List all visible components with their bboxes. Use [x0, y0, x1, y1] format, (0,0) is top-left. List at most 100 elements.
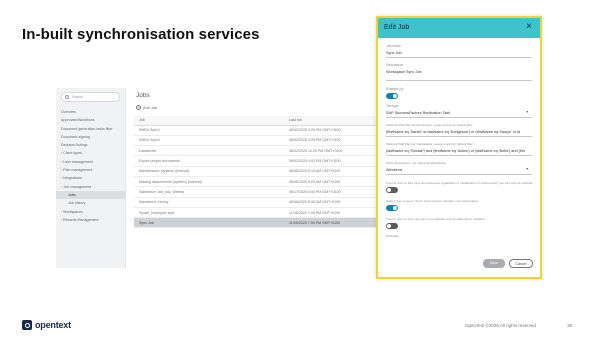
employee-filter-input[interactable]: (firstName eq 'Daniel' or lastName eq 'D… [386, 127, 532, 137]
job-name-cell: Export people documents [134, 155, 284, 167]
chevron-right-icon: › [61, 159, 63, 164]
last-run-cell: 06/02/2025 4:03 PM GMT+0100 [284, 155, 384, 167]
sidebar-item-label: Plan management [63, 168, 93, 173]
slide-title: In-built synchronisation services [22, 26, 260, 43]
candidate-filter-input[interactable]: (lastName eq 'Sinclair') and (firstName … [386, 146, 532, 156]
last-run-cell: 06/02/2025 3:09 PM GMT+0100 [284, 135, 384, 147]
chevron-right-icon: › [61, 184, 63, 189]
table-row[interactable]: EMEA Sync1 06/02/2025 3:05 PM GMT+0100 [134, 125, 384, 136]
candidate-filter-field[interactable]: Optional SAP filter for Candidates. Leav… [386, 142, 532, 156]
option1-toggle[interactable] [386, 187, 398, 193]
dialog-header: Edit Job × [378, 18, 540, 38]
dialog-body: Job name Sync Job Description Workspace … [378, 38, 540, 238]
add-job-button[interactable]: + Add Job [134, 105, 384, 113]
enabled-toggle[interactable] [386, 93, 398, 99]
chevron-right-icon: › [61, 176, 63, 181]
add-job-label: Add Job [143, 106, 157, 110]
table-row[interactable]: Salesforce Job_cas_Weekly 06/17/2025 6:00… [134, 186, 384, 198]
sidebar-item[interactable]: Overview [56, 108, 125, 116]
table-row[interactable]: Sync Job 11/05/2025 7:00 PM GMT+0100 [134, 217, 384, 229]
sidebar-item[interactable]: Approvals/Workflows [56, 116, 125, 124]
timeframe-field[interactable]: Tools (timeframe) - for onboarding/attri… [386, 161, 532, 175]
sidebar-item[interactable]: ›User management [56, 158, 125, 166]
last-run-cell: 06/02/2025 12:00 PM GMT+0100 [284, 145, 384, 157]
job-type-select[interactable]: SAP SuccessFactors Replication Task [386, 108, 532, 118]
last-run-cell: 11/05/2025 7:00 PM GMT+0100 [284, 217, 384, 229]
sidebar-item-label: Workspaces [63, 209, 83, 214]
timeframe-select[interactable]: Weekend [386, 165, 532, 175]
job-name-cell: Sysdir_employee sync [134, 207, 284, 219]
sidebar-items: Overview Approvals/Workflows Document gene… [56, 108, 125, 224]
last-run-cell: 06/17/2025 6:00 PM GMT+0100 [284, 186, 384, 198]
sidebar-item-label: Overview [61, 110, 76, 114]
table-row[interactable]: Maintenance (system) (interval) 06/06/202… [134, 166, 384, 177]
table-row[interactable]: Missing Attachments (system) (interval) 0… [134, 176, 384, 188]
last-run-cell: 06/06/2025 8:00 AM GMT+0100 [284, 197, 384, 208]
chevron-right-icon: › [61, 209, 63, 214]
close-icon[interactable]: × [526, 21, 532, 32]
toggle-knob [387, 224, 391, 228]
sidebar-item[interactable]: ›Job management [56, 183, 125, 191]
dialog-title: Edit Job [384, 24, 410, 31]
sidebar-item[interactable]: ›Workspaces [56, 208, 125, 216]
edit-job-dialog: Edit Job × Job name Sync Job Description… [376, 16, 542, 279]
option3-hint: If set to 'true' to 'true' the sync is t… [386, 217, 485, 221]
job-name-cell: Salesforce Job_cas_Weekly [134, 186, 284, 198]
description-field[interactable]: Description Workspace Sync Job [386, 63, 532, 81]
sidebar-item[interactable]: ›Client types [56, 149, 125, 157]
last-run-cell: 06/06/2025 8:09 AM GMT+0100 [284, 176, 384, 188]
description-input[interactable]: Workspace Sync Job [386, 67, 532, 81]
job-name-cell: Datacenter [134, 145, 284, 157]
sidebar-item[interactable]: Jobs [56, 190, 125, 200]
sidebar-item-label: Job management [63, 184, 91, 189]
toggle-knob [393, 206, 397, 210]
last-run-cell: 11/05/2025 7:00 PM GMT+0100 [284, 207, 384, 219]
sidebar-item[interactable]: ›Records Management [56, 216, 125, 224]
plus-icon: + [136, 105, 141, 110]
toggle-knob [393, 94, 397, 98]
sidebar-item-label: Jobs [68, 192, 76, 197]
sidebar-item[interactable]: Job history [56, 199, 125, 207]
navigation-sidebar: Search Overview Approvals/Workflows Docume… [56, 88, 126, 268]
column-header-last-run[interactable]: Last run [284, 116, 384, 126]
sidebar-item[interactable]: Document generation tasks filter [56, 125, 125, 133]
column-header-job[interactable]: Job [134, 116, 284, 126]
chevron-down-icon: ▼ [525, 167, 529, 171]
sidebar-search-input[interactable]: Search [61, 92, 120, 102]
job-name-cell: Sync Job [134, 217, 284, 229]
sidebar-item[interactable]: ›Integrations [56, 174, 125, 182]
sidebar-item-label: Document generation tasks filter [61, 126, 113, 131]
option3-toggle[interactable] [386, 223, 398, 229]
jobs-panel: Jobs + Add Job Job Last run EMEA Sync1 06/… [134, 92, 384, 252]
sidebar-search-placeholder: Search [72, 95, 84, 99]
sidebar-item-label: Declared listings [61, 143, 88, 148]
option2-toggle[interactable] [386, 205, 398, 211]
opentext-logo-icon [22, 320, 32, 330]
opentext-logo: opentext [22, 319, 71, 331]
table-row[interactable]: Datacenter 06/02/2025 12:00 PM GMT+0100 [134, 145, 384, 157]
table-row[interactable]: Salesforce_Hourly 06/06/2025 8:00 AM GMT+… [134, 197, 384, 208]
job-name-cell: Maintenance (system) (interval) [134, 166, 284, 177]
last-run-cell: 06/06/2025 8:15 AM GMT+0100 [284, 166, 384, 177]
table-row[interactable]: EMEA Sync2 06/02/2025 3:09 PM GMT+0100 [134, 135, 384, 147]
jobs-title: Jobs [136, 92, 150, 99]
sidebar-item-label: Integrations [63, 176, 82, 181]
chevron-right-icon: › [61, 151, 63, 156]
job-name-input[interactable]: Sync Job [386, 48, 532, 58]
cancel-button[interactable]: Cancel [509, 259, 533, 268]
job-type-field[interactable]: Job type SAP SuccessFactors Replication … [386, 104, 532, 118]
option1-field: If set to 'true' to fully sync all emplo… [386, 181, 532, 193]
save-button[interactable]: Save [483, 259, 505, 268]
table-row[interactable]: Sysdir_employee sync 11/05/2025 7:00 PM G… [134, 207, 384, 219]
job-name-field[interactable]: Job name Sync Job [386, 44, 532, 58]
sidebar-item[interactable]: ›Plan management [56, 166, 125, 174]
job-name-cell: Missing Attachments (system) (interval) [134, 176, 284, 188]
sidebar-item[interactable]: Declared listings [56, 141, 125, 149]
chevron-right-icon: › [61, 168, 63, 173]
sidebar-item[interactable]: Document signing [56, 133, 125, 141]
sidebar-item-label: Job history [68, 201, 86, 206]
table-row[interactable]: Export people documents 06/02/2025 4:03 P… [134, 155, 384, 167]
sidebar-item-label: Client types [63, 151, 82, 156]
employee-filter-field[interactable]: Optional SAP filter for Employees. Leave… [386, 123, 532, 137]
option1-hint: If set to 'true' to fully sync all emplo… [386, 181, 532, 185]
